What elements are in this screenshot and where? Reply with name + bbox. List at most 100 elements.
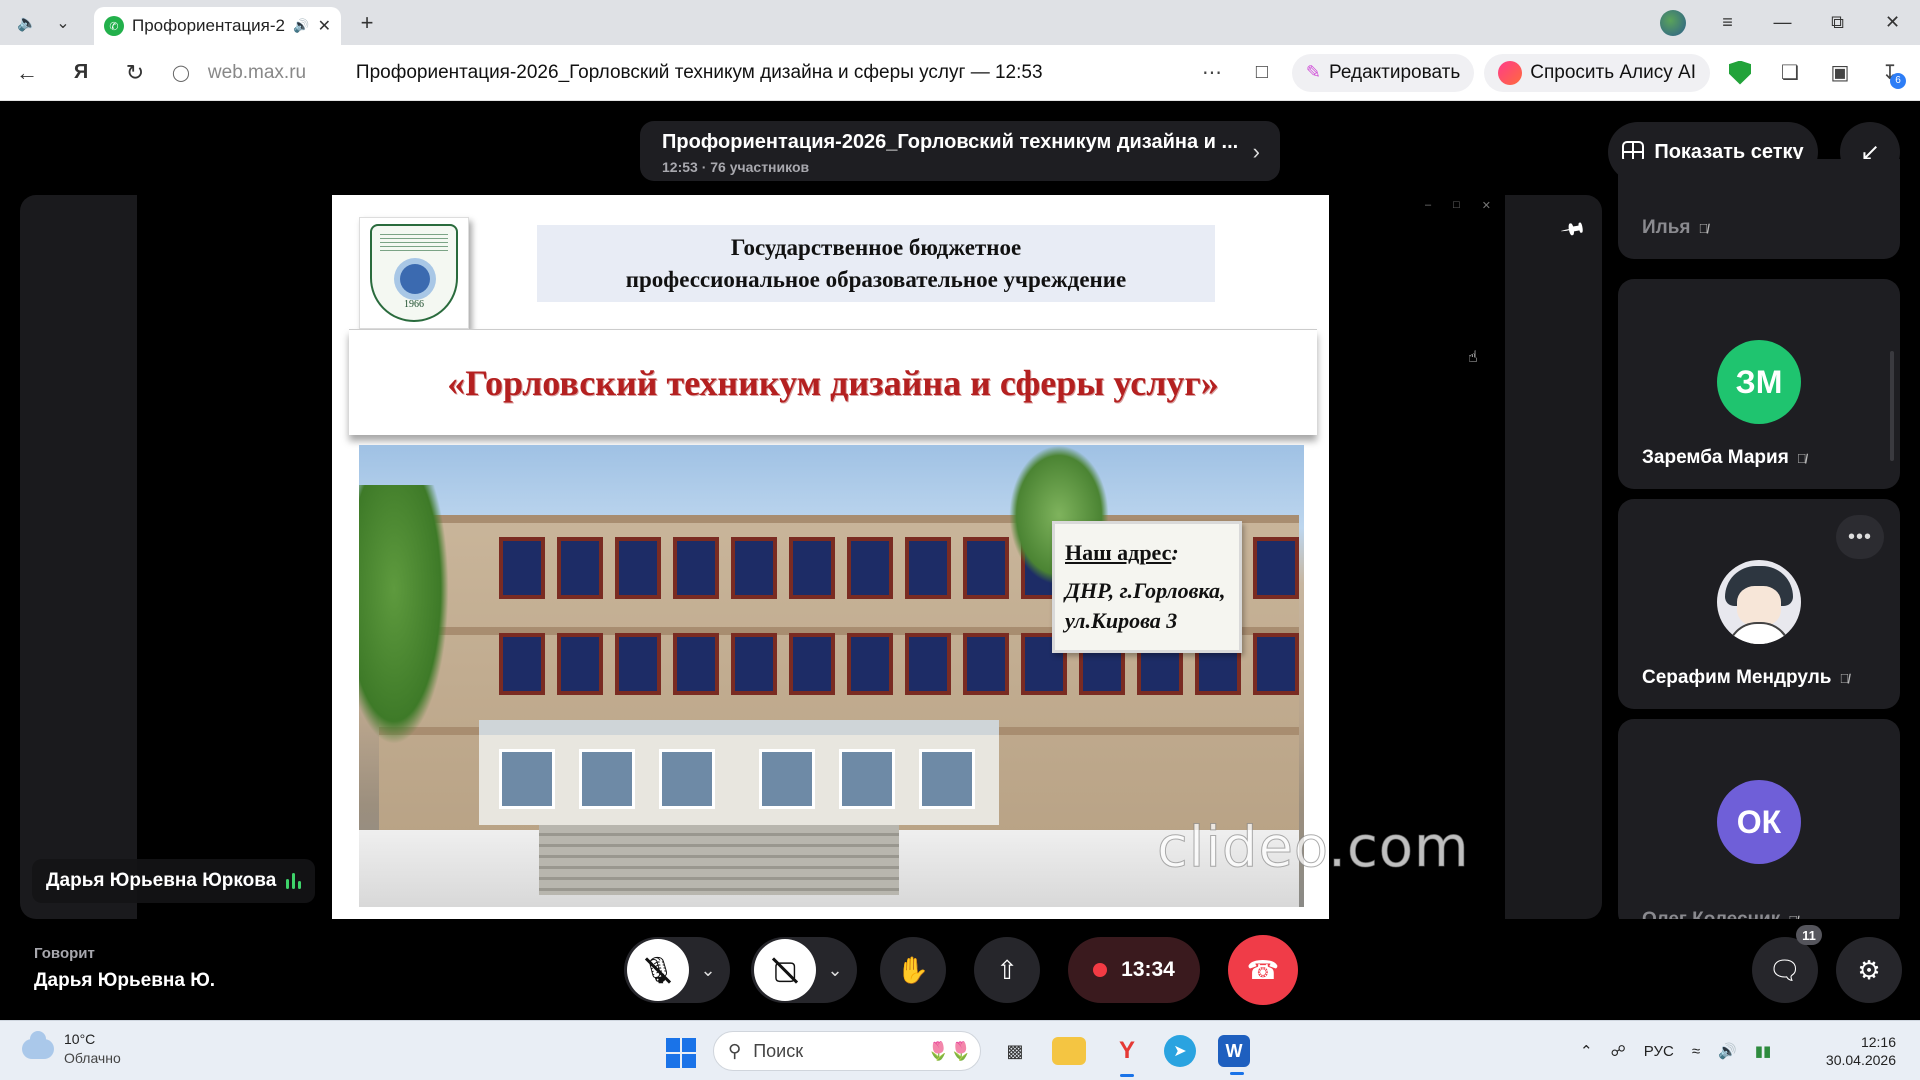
participant-card[interactable]: ••• Серафим Мендруль 🎙̸ — [1618, 499, 1900, 709]
phone-hangup-icon: ☎ — [1246, 954, 1280, 985]
mini-restore-icon: □ — [1453, 199, 1460, 211]
chat-control: 🗨 11 — [1752, 925, 1822, 1003]
temperature: 10°C — [64, 1031, 96, 1047]
menu-icon[interactable]: ≡ — [1700, 12, 1755, 33]
search-placeholder: Поиск — [753, 1040, 804, 1061]
share-screen-button[interactable]: ⇧ — [974, 937, 1040, 1003]
camera-control: ▢ ⌄ — [751, 937, 857, 1003]
building-window — [1253, 633, 1299, 695]
language-indicator[interactable]: РУС — [1644, 1043, 1674, 1060]
chat-button[interactable]: 🗨 11 — [1752, 925, 1822, 1003]
protect-extension-icon[interactable] — [1720, 53, 1760, 93]
hangup-button[interactable]: ☎ — [1228, 935, 1298, 1005]
extension-icon[interactable]: ▣ — [1820, 53, 1860, 93]
edit-label: Редактировать — [1329, 61, 1461, 83]
minimize-icon[interactable]: — — [1755, 12, 1810, 33]
volume-icon[interactable]: 🔊 — [1718, 1042, 1737, 1060]
raise-hand-button[interactable]: ✋ — [880, 937, 946, 1003]
building-window — [499, 633, 545, 695]
tab-close-icon[interactable]: ✕ — [318, 16, 331, 36]
participant-card[interactable]: ЗМ Заремба Мария 🎙̸ — [1618, 279, 1900, 489]
settings-button[interactable]: ⚙ — [1836, 937, 1902, 1003]
battery-icon[interactable]: ▮▮ — [1755, 1042, 1772, 1060]
call-area: Профориентация-2026_Горловский техникум … — [0, 101, 1920, 1020]
building-window — [673, 537, 719, 599]
downloads-icon[interactable]: ↧ 6 — [1870, 53, 1910, 93]
more-options-button[interactable]: ••• — [1836, 515, 1884, 559]
tab-audio-icon[interactable]: 🔊 — [293, 18, 309, 34]
reload-button[interactable]: ↻ — [108, 53, 162, 93]
participant-name: Илья 🎙̸ — [1642, 217, 1709, 238]
mic-off-icon: 🎙̸ — [1796, 450, 1807, 466]
mini-close-icon: ✕ — [1481, 200, 1491, 212]
edit-button[interactable]: ✎ Редактировать — [1291, 53, 1475, 92]
file-explorer-icon[interactable] — [1052, 1037, 1086, 1065]
recording-button[interactable]: 13:34 — [1068, 937, 1200, 1003]
building-window — [905, 537, 951, 599]
browser-tab-active[interactable]: ✆ Профориентация-2026_Горловский технику… — [94, 7, 341, 45]
participant-card[interactable]: ОК Олег Колесник 🎙̸ — [1618, 719, 1900, 919]
camera-options-chevron-icon[interactable]: ⌄ — [816, 960, 854, 981]
weather-widget[interactable]: 10°C Облачно — [22, 1030, 121, 1066]
building-window — [673, 633, 719, 695]
pin-icon[interactable]: 🖈 — [1552, 209, 1594, 251]
restore-icon[interactable]: ⧉ — [1810, 12, 1865, 33]
chevron-up-icon[interactable]: ⌃ — [1580, 1042, 1593, 1060]
participant-card[interactable]: Илья 🎙̸ — [1618, 159, 1900, 259]
pen-icon: ✎ — [1305, 62, 1321, 82]
slide-header: Государственное бюджетное профессиональн… — [537, 225, 1215, 302]
new-tab-button[interactable]: + — [349, 5, 385, 41]
participant-name: Олег Колесник 🎙̸ — [1642, 909, 1798, 919]
speaker-icon[interactable]: 🔈 — [12, 8, 42, 38]
mic-options-chevron-icon[interactable]: ⌄ — [689, 960, 727, 981]
yandex-icon[interactable]: Я — [54, 53, 108, 93]
building-window — [963, 633, 1009, 695]
address-box: Наш адрес: ДНР, г.Горловка, ул.Кирова 3 — [1052, 521, 1242, 653]
building-window — [1253, 537, 1299, 599]
mic-off-icon: 🎙̸ — [1788, 913, 1798, 920]
task-view-icon[interactable]: ▩ — [996, 1033, 1034, 1069]
call-title-pill[interactable]: Профориентация-2026_Горловский техникум … — [640, 121, 1280, 181]
mouse-cursor-icon: ☝ — [1468, 349, 1478, 366]
settings-control: ⚙ — [1836, 937, 1902, 1003]
profile-icon[interactable] — [1645, 9, 1700, 36]
ask-alice-label: Спросить Алису AI — [1530, 61, 1696, 83]
word-icon[interactable]: W — [1218, 1035, 1250, 1075]
building-window — [789, 633, 835, 695]
collections-icon[interactable]: ❏ — [1770, 53, 1810, 93]
network-settings-icon[interactable]: ☍ — [1611, 1042, 1626, 1060]
participants-list[interactable]: Илья 🎙̸ ЗМ Заремба Мария 🎙̸ ••• Серафим … — [1618, 159, 1900, 919]
camera-toggle-button[interactable]: ▢ — [754, 939, 816, 1001]
back-button[interactable]: ← — [0, 53, 54, 93]
windows-start-icon[interactable] — [666, 1038, 696, 1068]
wifi-icon[interactable]: ≈ — [1692, 1043, 1700, 1060]
mini-minimize-icon: – — [1425, 199, 1432, 211]
telegram-icon[interactable]: ➤ — [1164, 1035, 1196, 1067]
close-window-icon[interactable]: ✕ — [1865, 12, 1920, 33]
mic-toggle-button[interactable]: 🎙 — [627, 939, 689, 1001]
ask-alice-button[interactable]: Спросить Алису AI — [1484, 53, 1710, 92]
url-field[interactable]: ◯ web.max.ru Профориентация-2026_Горловс… — [162, 53, 1192, 93]
mic-off-icon: 🎙̸ — [1839, 670, 1850, 686]
speaker-name: Дарья Юрьевна Юркова — [46, 870, 277, 891]
taskbar-clock[interactable]: 12:16 30.04.2026 — [1826, 1033, 1896, 1069]
avatar: ЗМ — [1717, 340, 1801, 424]
taskbar-search[interactable]: ⚲ Поиск 🌷🌷 — [713, 1031, 981, 1071]
more-dots-icon[interactable]: ⋯ — [1192, 53, 1232, 93]
chevron-down-icon[interactable]: ⌄ — [48, 8, 78, 38]
participant-name: Серафим Мендруль 🎙̸ — [1642, 667, 1850, 688]
site-shield-icon[interactable]: ◯ — [172, 63, 190, 83]
yandex-browser-icon[interactable]: Y — [1108, 1033, 1146, 1077]
chat-badge: 11 — [1796, 925, 1822, 945]
chat-icon: 🗨 — [1768, 954, 1802, 985]
gear-icon: ⚙ — [1857, 954, 1881, 985]
screen-share: – □ ✕ 1966 Государственное бюджетное про… — [137, 195, 1505, 919]
participants-scrollbar[interactable] — [1890, 351, 1894, 461]
building-window — [847, 633, 893, 695]
presentation-slide: 1966 Государственное бюджетное профессио… — [332, 195, 1329, 919]
tab-bar-left: 🔈 ⌄ — [0, 8, 94, 38]
page-title: Профориентация-2026_Горловский техникум … — [355, 61, 1043, 83]
mic-off-icon: 🎙̸ — [1698, 220, 1709, 236]
audio-level-icon — [286, 873, 302, 889]
bookmark-icon[interactable]: □ — [1242, 53, 1282, 93]
